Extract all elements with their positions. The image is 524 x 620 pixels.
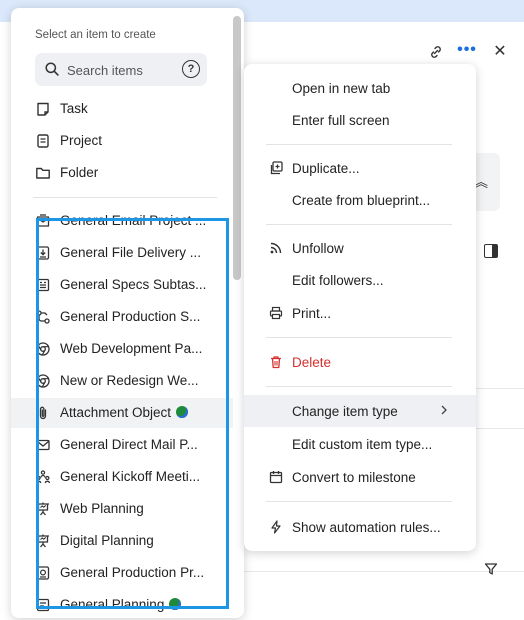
project-icon (35, 133, 51, 149)
item-label: Folder (60, 165, 99, 180)
scrollbar[interactable] (233, 16, 241, 280)
context-menu: Open in new tab Enter full screen Duplic… (244, 64, 476, 551)
calendar-icon (269, 470, 283, 484)
item-label: Show automation rules... (292, 520, 441, 535)
background-divider (476, 388, 524, 389)
duplicate-icon (269, 161, 283, 175)
item-label: Task (60, 101, 88, 116)
create-menu-title: Select an item to create (35, 29, 156, 41)
menu-divider (266, 337, 452, 338)
item-label: Project (60, 133, 103, 148)
chevron-right-icon (440, 404, 448, 416)
print-item[interactable]: Print... (244, 297, 476, 329)
task-icon (35, 101, 51, 117)
help-icon[interactable]: ? (182, 60, 200, 78)
item-label: Enter full screen (292, 113, 390, 128)
more-options-icon[interactable]: ••• (455, 38, 479, 62)
search-input[interactable]: Search items (67, 63, 143, 78)
edit-custom-item-type-item[interactable]: Edit custom item type... (244, 428, 476, 460)
trash-icon (269, 355, 283, 369)
menu-divider (266, 501, 452, 502)
lightning-icon (269, 520, 283, 534)
close-icon[interactable]: ✕ (488, 40, 512, 64)
item-label: Delete (292, 355, 332, 370)
menu-divider (266, 224, 452, 225)
item-label: Create from blueprint... (292, 193, 431, 208)
rss-icon (269, 241, 283, 255)
item-label: Duplicate... (292, 161, 360, 176)
open-in-new-tab-item[interactable]: Open in new tab (244, 72, 476, 104)
side-panel-icon[interactable] (484, 244, 498, 258)
print-icon (269, 306, 283, 320)
item-label: Open in new tab (292, 81, 391, 96)
item-label: Edit custom item type... (292, 437, 433, 452)
create-from-blueprint-item[interactable]: Create from blueprint... (244, 184, 476, 216)
edit-followers-item[interactable]: Edit followers... (244, 264, 476, 296)
selection-outline (36, 218, 229, 609)
convert-to-milestone-item[interactable]: Convert to milestone (244, 461, 476, 493)
item-label: Edit followers... (292, 273, 384, 288)
folder-icon (35, 165, 51, 181)
delete-item[interactable]: Delete (244, 346, 476, 378)
search-icon (44, 61, 60, 77)
background-divider (244, 571, 524, 572)
enter-full-screen-item[interactable]: Enter full screen (244, 104, 476, 136)
background-divider (476, 428, 524, 429)
menu-divider (33, 197, 217, 198)
create-item-menu: Select an item to create Search items ? … (11, 8, 244, 618)
item-label: Print... (292, 306, 332, 321)
menu-divider (266, 386, 452, 387)
change-item-type-item[interactable]: Change item type (244, 395, 476, 427)
item-label: Change item type (292, 404, 398, 419)
create-folder-item[interactable]: Folder (25, 158, 230, 188)
menu-divider (266, 144, 452, 145)
link-icon[interactable] (424, 40, 448, 64)
item-label: Convert to milestone (292, 470, 416, 485)
search-items-field[interactable]: Search items ? (35, 53, 207, 86)
create-task-item[interactable]: Task (25, 94, 230, 124)
create-project-item[interactable]: Project (25, 126, 230, 156)
unfollow-item[interactable]: Unfollow (244, 232, 476, 264)
duplicate-item[interactable]: Duplicate... (244, 152, 476, 184)
item-label: Unfollow (292, 241, 344, 256)
show-automation-rules-item[interactable]: Show automation rules... (244, 511, 476, 543)
chevron-up-icon[interactable]: ︽ (474, 172, 488, 192)
filter-icon[interactable] (484, 562, 498, 576)
